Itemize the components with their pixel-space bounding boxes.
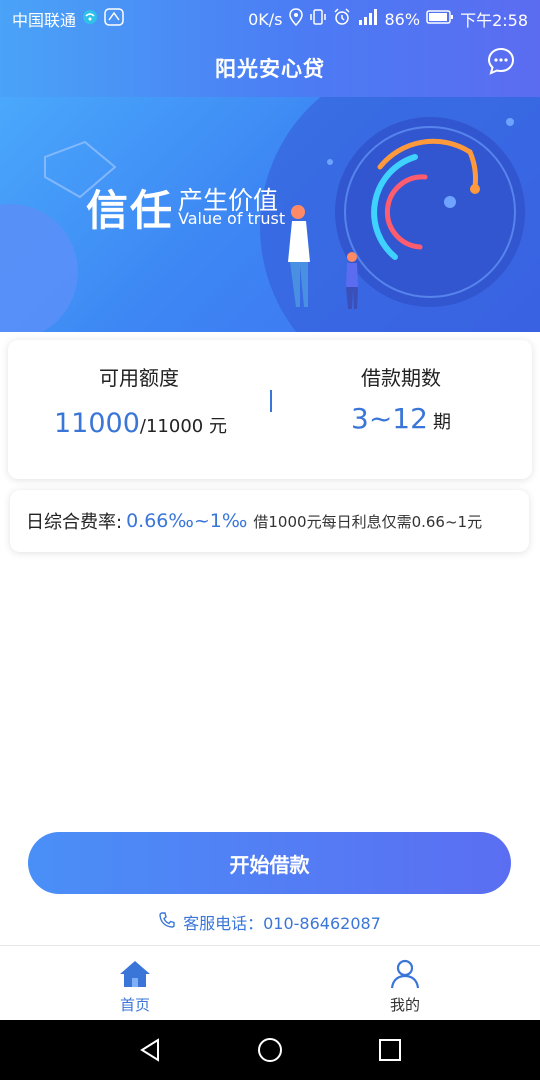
home-icon: [118, 958, 152, 990]
user-icon: [388, 958, 422, 990]
home-nav-icon[interactable]: [254, 1034, 286, 1066]
status-bar: 中国联通 0K/s 86% 下午2:58: [0, 0, 540, 38]
term-section: 借款期数 3~12 期: [270, 340, 532, 479]
term-unit: 期: [433, 412, 451, 433]
service-phone: 客服电话：010-86462087: [183, 914, 381, 933]
rate-card: 日综合费率: 0.66‰~1‰ 借1000元每日利息仅需0.66~1元: [10, 490, 529, 552]
wifi-calling-icon: [82, 9, 98, 29]
loan-info-card: 可用额度 11000/11000 元 借款期数 3~12 期: [8, 340, 532, 479]
page-title: 阳光安心贷: [215, 56, 325, 81]
battery-icon: [426, 9, 454, 29]
phone-icon: [159, 912, 175, 932]
term-range: 3~12: [351, 402, 428, 435]
customer-service[interactable]: 客服电话：010-86462087: [0, 910, 540, 934]
promo-banner[interactable]: 信任 产生价值 Value of trust: [0, 97, 540, 332]
banner-english: Value of trust: [178, 209, 286, 228]
title-bar: 阳光安心贷: [0, 38, 540, 97]
network-speed: 0K/s: [248, 9, 283, 29]
tab-home-label: 首页: [119, 996, 150, 1014]
chat-bubble-icon[interactable]: [486, 46, 516, 76]
carrier-label: 中国联通: [12, 11, 77, 30]
back-icon[interactable]: [134, 1034, 166, 1066]
rate-note: 借1000元每日利息仅需0.66~1元: [253, 512, 483, 531]
tab-mine-label: 我的: [389, 996, 420, 1014]
limit-available: 11000: [54, 408, 140, 439]
recents-icon[interactable]: [374, 1034, 406, 1066]
limit-value: 11000/11000 元: [54, 408, 227, 439]
term-label: 借款期数: [361, 366, 441, 390]
tab-mine[interactable]: 我的: [270, 946, 540, 1021]
limit-section: 可用额度 11000/11000 元: [8, 340, 270, 479]
rate-value: 0.66‰~1‰: [126, 510, 248, 532]
hd-icon: [104, 8, 124, 30]
term-value: 3~12 期: [270, 402, 532, 435]
signal-icon: [357, 8, 379, 30]
system-nav-bar: [0, 1020, 540, 1080]
tab-bar: 首页 我的: [0, 945, 540, 1020]
battery-percent: 86%: [384, 9, 421, 29]
location-icon: [288, 8, 303, 30]
banner-headline: 信任: [86, 186, 175, 235]
rate-label: 日综合费率:: [26, 512, 123, 533]
app-header: 中国联通 0K/s 86% 下午2:58 阳光安心贷: [0, 0, 540, 97]
vibrate-icon: [309, 8, 327, 30]
limit-label: 可用额度: [99, 366, 179, 390]
alarm-icon: [333, 8, 351, 30]
limit-total: /11000 元: [139, 416, 227, 437]
tab-home[interactable]: 首页: [0, 946, 270, 1021]
clock: 下午2:58: [460, 11, 528, 30]
start-loan-button[interactable]: 开始借款: [28, 832, 511, 894]
